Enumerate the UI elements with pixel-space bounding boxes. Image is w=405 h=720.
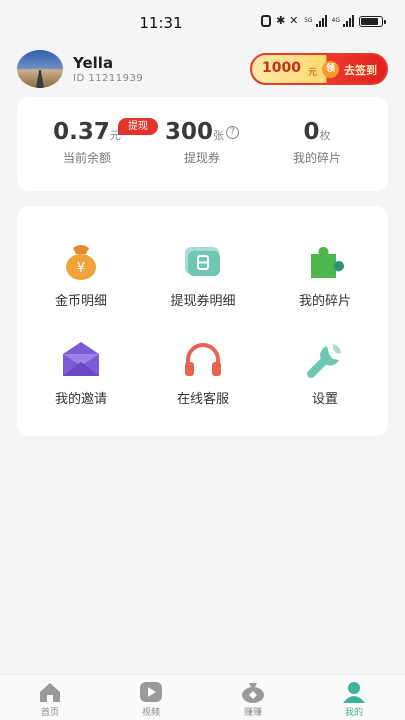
checkin-button[interactable]: 1000 元 领 去签到	[250, 53, 388, 85]
wallet-card: 0.37元 当前余额 300张? 提现券 0枚 我的碎片	[17, 97, 388, 191]
checkin-unit: 元	[308, 68, 318, 78]
menu-settings[interactable]: 设置	[265, 340, 385, 407]
fragments-label: 我的碎片	[292, 151, 341, 165]
checkin-amount: 1000	[262, 60, 301, 76]
profile-icon	[342, 681, 366, 703]
checkin-ling-badge: 领	[322, 61, 339, 78]
nav-label: 视频	[141, 708, 160, 718]
vouchers-stat[interactable]: 300张? 提现券	[142, 119, 262, 166]
menu-my-fragments[interactable]: 我的碎片	[265, 242, 385, 309]
fragments-stat[interactable]: 0枚 我的碎片	[257, 119, 377, 166]
menu-my-invitations[interactable]: 我的邀请	[21, 340, 141, 407]
svg-text:¥: ¥	[77, 261, 85, 276]
fragments-unit: 枚	[319, 129, 331, 142]
menu-label: 金币明细	[54, 294, 107, 309]
avatar[interactable]	[17, 50, 63, 88]
wrench-icon	[303, 340, 347, 380]
status-bar: 11:31 ✱ ✕ 5G 4G	[0, 0, 405, 44]
nav-label: 赚赚	[243, 708, 262, 718]
puzzle-icon	[303, 242, 347, 282]
network-5g-label: 5G	[304, 17, 313, 24]
menu-grid: ¥ 金币明细 提现券明细 我的碎片 我的邀请 在线客服 设置	[17, 206, 388, 436]
envelope-icon	[59, 340, 103, 380]
menu-label: 我的碎片	[298, 294, 351, 309]
mute-icon: ✕	[289, 14, 299, 27]
headphones-icon	[181, 340, 225, 380]
network-4g-label: 4G	[331, 17, 340, 24]
fragments-value: 0	[303, 119, 320, 145]
signal-icon	[315, 15, 327, 27]
vouchers-label: 提现券	[183, 151, 220, 165]
signal-icon-2	[343, 15, 354, 27]
profile-header: Yella ID 11211939 1000 元 领 去签到	[17, 50, 388, 90]
balance-label: 当前余额	[62, 151, 111, 165]
coin-bag-icon	[241, 681, 265, 703]
username: Yella	[73, 54, 114, 72]
menu-label: 提现券明细	[170, 294, 236, 309]
nav-earn[interactable]: 赚赚	[223, 681, 283, 718]
ticket-icon	[181, 242, 225, 282]
menu-online-support[interactable]: 在线客服	[143, 340, 263, 407]
play-icon	[139, 681, 163, 703]
menu-coin-details[interactable]: ¥ 金币明细	[21, 242, 141, 309]
menu-label: 我的邀请	[54, 392, 107, 407]
nav-label: 首页	[40, 708, 59, 718]
nfc-icon	[261, 15, 272, 27]
nav-label: 我的	[344, 708, 363, 718]
nav-home[interactable]: 首页	[20, 681, 80, 718]
home-icon	[38, 681, 62, 703]
bluetooth-icon: ✱	[276, 14, 286, 27]
withdraw-badge[interactable]: 提现	[118, 118, 158, 135]
menu-label: 在线客服	[176, 392, 229, 407]
help-icon[interactable]: ?	[226, 126, 239, 139]
status-icons: ✱ ✕ 5G 4G	[261, 14, 386, 27]
balance-value: 0.37	[53, 119, 110, 145]
bottom-nav: 首页 视频 赚赚 我的	[0, 674, 405, 720]
nav-mine[interactable]: 我的	[324, 681, 384, 718]
vouchers-value: 300	[164, 119, 213, 145]
nav-video[interactable]: 视频	[121, 681, 181, 718]
money-bag-icon: ¥	[59, 242, 103, 282]
checkin-action: 去签到	[344, 64, 377, 77]
user-id: ID 11211939	[73, 73, 144, 84]
menu-label: 设置	[311, 392, 338, 407]
menu-voucher-details[interactable]: 提现券明细	[143, 242, 263, 309]
vouchers-unit: 张	[213, 129, 224, 142]
battery-icon	[359, 15, 386, 27]
